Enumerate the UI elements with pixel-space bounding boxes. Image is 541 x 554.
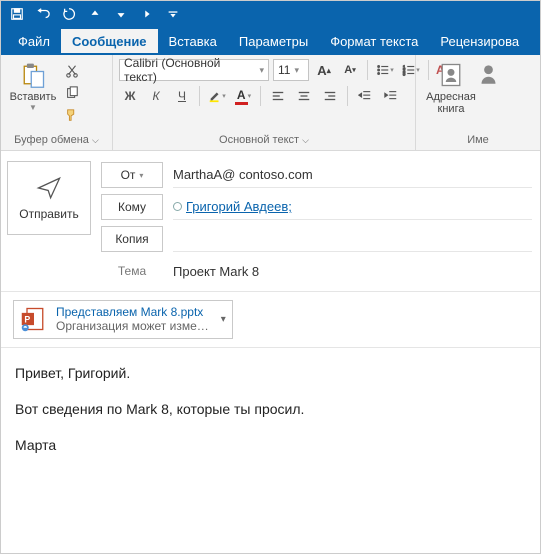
attachments-area: P Представляем Mark 8.pptx Организация м… — [1, 292, 540, 348]
save-icon[interactable] — [5, 3, 29, 25]
body-line-2: Вот сведения по Mark 8, которые ты проси… — [15, 400, 526, 418]
bold-icon[interactable]: Ж — [119, 85, 141, 107]
attachment-subtitle: Организация может изме… — [56, 319, 209, 333]
from-value: MarthaA@ contoso.com — [173, 162, 532, 188]
decrease-indent-icon[interactable] — [354, 85, 376, 107]
font-color-icon[interactable]: А▾ — [232, 85, 254, 107]
address-book-button[interactable]: Адресная книга — [422, 59, 480, 115]
tab-options[interactable]: Параметры — [228, 29, 319, 55]
font-size-combo[interactable]: 11▾ — [273, 59, 309, 81]
attachment-name: Представляем Mark 8.pptx — [56, 305, 209, 319]
attachment-item[interactable]: P Представляем Mark 8.pptx Организация м… — [13, 300, 233, 339]
to-field[interactable]: Григорий Авдеев; — [173, 194, 532, 220]
ribbon: Вставить ▼ Буфер обмена ⌵ Calibri (Основ… — [1, 55, 540, 151]
underline-icon[interactable]: Ч — [171, 85, 193, 107]
body-line-1: Привет, Григорий. — [15, 364, 526, 382]
to-button[interactable]: Кому — [101, 194, 163, 220]
format-painter-icon[interactable] — [62, 105, 82, 125]
customize-qat-icon[interactable] — [161, 3, 185, 25]
down-arrow-icon[interactable] — [109, 3, 133, 25]
subject-field[interactable]: Проект Mark 8 — [173, 258, 532, 284]
tab-review[interactable]: Рецензирова — [429, 29, 530, 55]
address-book-label: Адресная книга — [422, 91, 480, 115]
to-recipient[interactable]: Григорий Авдеев; — [186, 199, 292, 214]
undo-icon[interactable] — [31, 3, 55, 25]
tab-message[interactable]: Сообщение — [61, 29, 158, 55]
svg-text:P: P — [24, 315, 30, 325]
subject-label: Тема — [101, 264, 163, 278]
message-body[interactable]: Привет, Григорий. Вот сведения по Mark 8… — [1, 348, 540, 489]
send-label: Отправить — [19, 207, 79, 221]
powerpoint-icon: P — [20, 305, 48, 333]
svg-text:3: 3 — [403, 71, 406, 76]
tab-format-text[interactable]: Формат текста — [319, 29, 429, 55]
names-group-label: Име — [422, 134, 534, 148]
send-button[interactable]: Отправить — [7, 161, 91, 235]
basic-text-group-label: Основной текст ⌵ — [119, 134, 409, 148]
group-basic-text: Calibri (Основной текст)▾ 11▾ A▴ A▾ ▾ 12… — [113, 55, 416, 150]
grow-font-icon[interactable]: A▴ — [313, 59, 335, 81]
paste-button[interactable]: Вставить ▼ — [7, 59, 59, 112]
presence-icon — [173, 202, 182, 211]
check-names-button[interactable] — [482, 59, 502, 91]
highlight-icon[interactable]: ▾ — [206, 85, 228, 107]
copy-icon[interactable] — [62, 83, 82, 103]
cut-icon[interactable] — [62, 61, 82, 81]
bullets-icon[interactable]: ▾ — [374, 59, 396, 81]
tab-file[interactable]: Файл — [7, 29, 61, 55]
align-center-icon[interactable] — [293, 85, 315, 107]
shrink-font-icon[interactable]: A▾ — [339, 59, 361, 81]
cc-button[interactable]: Копия — [101, 226, 163, 252]
attachment-menu-icon[interactable]: ▾ — [221, 314, 226, 325]
font-name-combo[interactable]: Calibri (Основной текст)▾ — [119, 59, 269, 81]
cc-field[interactable] — [173, 226, 532, 252]
up-arrow-icon[interactable] — [83, 3, 107, 25]
increase-indent-icon[interactable] — [380, 85, 402, 107]
align-right-icon[interactable] — [319, 85, 341, 107]
group-names: Адресная книга Име — [416, 55, 540, 150]
from-button[interactable]: От ▾ — [101, 162, 163, 188]
right-arrow-icon[interactable] — [135, 3, 159, 25]
quick-access-toolbar — [1, 1, 540, 27]
tab-insert[interactable]: Вставка — [158, 29, 228, 55]
align-left-icon[interactable] — [267, 85, 289, 107]
ribbon-tabs: Файл Сообщение Вставка Параметры Формат … — [1, 27, 540, 55]
compose-header: Отправить От ▾ MarthaA@ contoso.com Кому… — [1, 151, 540, 292]
italic-icon[interactable]: К — [145, 85, 167, 107]
paste-label: Вставить — [10, 91, 57, 103]
group-clipboard: Вставить ▼ Буфер обмена ⌵ — [1, 55, 113, 150]
redo-icon[interactable] — [57, 3, 81, 25]
clipboard-group-label: Буфер обмена ⌵ — [7, 134, 106, 148]
body-signature: Марта — [15, 436, 526, 454]
